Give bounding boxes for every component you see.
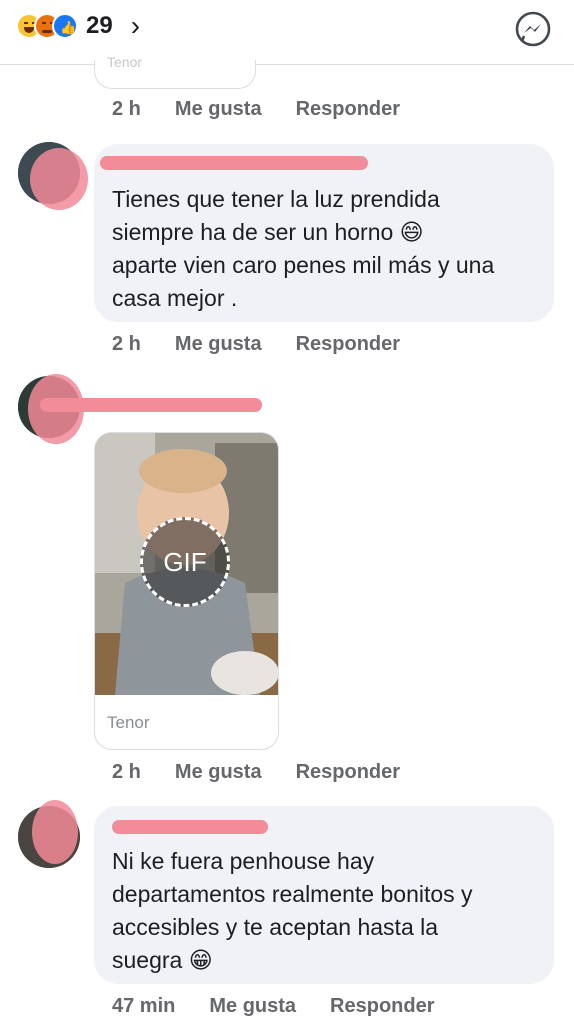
gif-badge: GIF	[140, 517, 230, 607]
reply-button[interactable]: Responder	[296, 333, 400, 356]
partial-gif-card[interactable]: Tenor	[94, 54, 256, 89]
redacted-author-name	[40, 398, 262, 412]
reactions-summary[interactable]: 👍 29 ›	[16, 10, 140, 42]
comment-actions: 47 min Me gusta Responder	[112, 995, 435, 1018]
reaction-count: 29	[86, 12, 113, 39]
comment-time: 47 min	[112, 995, 176, 1017]
comment-text: Tienes que tener la luz prendida siempre…	[112, 186, 495, 311]
redacted-author-name	[100, 156, 368, 170]
redaction-scribble	[30, 148, 88, 210]
gif-thumbnail[interactable]: GIF	[95, 433, 278, 695]
like-button[interactable]: Me gusta	[175, 333, 262, 356]
gif-source-label: Tenor	[107, 713, 150, 732]
messenger-icon[interactable]	[514, 10, 552, 48]
gif-card[interactable]: GIF Tenor	[94, 432, 279, 750]
redacted-author-name	[112, 820, 268, 834]
reply-button[interactable]: Responder	[330, 995, 434, 1018]
reply-button[interactable]: Responder	[296, 761, 400, 784]
like-button[interactable]: Me gusta	[175, 98, 262, 121]
top-bar: 👍 29 ›	[0, 0, 574, 65]
comment-time: 2 h	[112, 333, 141, 355]
comment-time: 2 h	[112, 761, 141, 783]
like-button[interactable]: Me gusta	[175, 761, 262, 784]
comment-actions: 2 h Me gusta Responder	[112, 98, 400, 121]
comment-actions: 2 h Me gusta Responder	[112, 333, 400, 356]
tenor-label: Tenor	[107, 54, 143, 70]
reply-button[interactable]: Responder	[296, 98, 400, 121]
redaction-scribble	[32, 800, 78, 864]
like-button[interactable]: Me gusta	[209, 995, 296, 1018]
like-reaction-icon: 👍	[52, 13, 78, 39]
comment-actions: 2 h Me gusta Responder	[112, 761, 400, 784]
comment-time: 2 h	[112, 98, 141, 120]
chevron-right-icon[interactable]: ›	[131, 10, 140, 42]
comment-text: Ni ke fuera penhouse hay departamentos r…	[112, 848, 473, 973]
